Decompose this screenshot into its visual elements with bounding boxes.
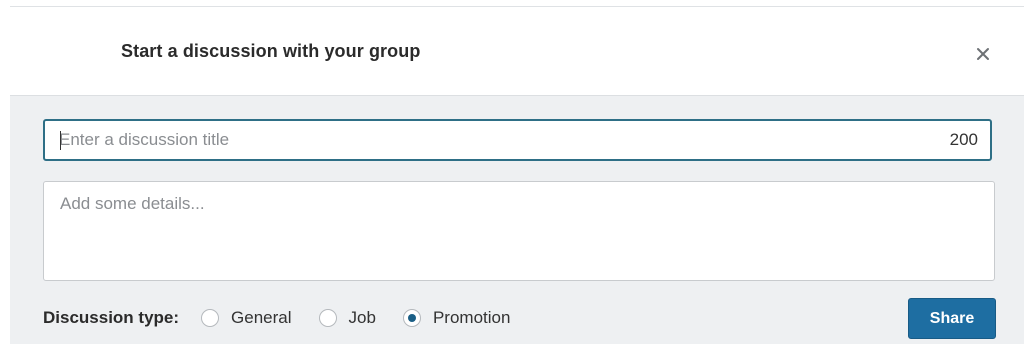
radio-option-job[interactable]: Job <box>318 308 376 328</box>
discussion-title-input[interactable] <box>59 121 919 159</box>
dialog-title: Start a discussion with your group <box>121 41 421 61</box>
header-logo-area <box>10 7 106 95</box>
discussion-details-input[interactable] <box>60 194 960 270</box>
discussion-dialog: Start a discussion with your group 200 D… <box>10 6 1024 344</box>
discussion-details-field[interactable] <box>43 181 995 281</box>
radio-option-general[interactable]: General <box>201 308 292 328</box>
share-button[interactable]: Share <box>908 298 996 339</box>
close-icon <box>977 48 989 60</box>
discussion-type-row: Discussion type: General Job Promotion <box>43 305 537 331</box>
text-caret <box>60 131 61 150</box>
close-button[interactable] <box>970 41 996 67</box>
radio-label-job: Job <box>348 308 376 327</box>
radio-promotion[interactable] <box>402 309 421 327</box>
discussion-title-field[interactable]: 200 <box>43 119 992 161</box>
radio-general[interactable] <box>201 309 220 327</box>
radio-label-general: General <box>231 308 292 327</box>
dialog-header: Start a discussion with your group <box>10 7 1024 96</box>
radio-label-promotion: Promotion <box>432 308 511 327</box>
radio-option-promotion[interactable]: Promotion <box>402 308 511 328</box>
radio-job[interactable] <box>318 309 337 327</box>
char-counter: 200 <box>949 130 978 149</box>
discussion-type-label: Discussion type: <box>43 308 180 327</box>
